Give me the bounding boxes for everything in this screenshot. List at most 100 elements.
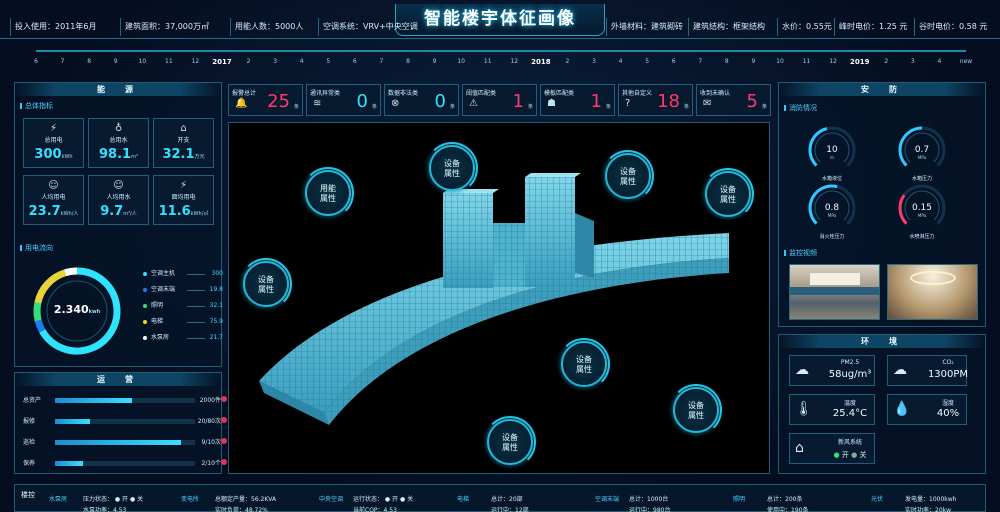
building-view[interactable]: 用能 属性 设备 属性 设备 属性 设备 属性 设备 属性 设备 属性 设备 属性 设备 属性	[228, 122, 770, 474]
alert-label: 阈值匹配类	[466, 90, 497, 97]
timeline-tick[interactable]: 5	[645, 58, 649, 65]
timeline-tick[interactable]: 7	[61, 58, 65, 65]
control-segment[interactable]: 中央空调 运行状态： ● 开 ● 关当前COP：4.53	[313, 485, 443, 512]
energy-cell-value: 9.7	[100, 204, 124, 219]
alert-card[interactable]: 模板匹配类 ☗ 1 条	[540, 84, 615, 116]
timeline-tick[interactable]: 8	[406, 58, 410, 65]
energy-cell[interactable]: ♁ 总用水 98.1m³	[88, 118, 149, 168]
video-feed-1[interactable]	[789, 264, 880, 320]
timeline-tick[interactable]: 2017	[212, 58, 231, 66]
video-feed-2[interactable]	[887, 264, 978, 320]
fresh-air-on[interactable]: 开	[842, 451, 849, 459]
legend-item: 空调末端 19.8	[143, 285, 223, 295]
timeline-tick[interactable]: 3	[273, 58, 277, 65]
donut-value: 2.340	[53, 303, 89, 316]
fresh-air-off[interactable]: 关	[859, 451, 866, 459]
alert-card[interactable]: 阈值匹配类 ⚠ 1 条	[462, 84, 537, 116]
timeline-tick[interactable]: 4	[619, 58, 623, 65]
alert-card[interactable]: 收到未确认 ✉ 5 条	[696, 84, 771, 116]
timeline-tick[interactable]: 10	[457, 58, 465, 65]
info-right-0: 外墙材料：建筑砌砖	[606, 18, 683, 36]
timeline-tick[interactable]: 8	[87, 58, 91, 65]
ops-row[interactable]: 保养 2/10个	[23, 458, 227, 470]
energy-cell[interactable]: ⚡ 总用电 300kWh	[23, 118, 84, 168]
control-segment[interactable]: 电梯 总计：20部 运行中：12部	[451, 485, 581, 512]
timeline-tick[interactable]: 6	[34, 58, 38, 65]
timeline[interactable]: 6 7 8 9 10 11 12 2017 2 3 4 5 6 7 8 9 10 11 12 2018 2 3 4 5 6 7 8 9…	[34, 46, 972, 66]
timeline-tick[interactable]: 9	[752, 58, 756, 65]
energy-cell[interactable]: ☺ 人均用水 9.7m³/人	[88, 175, 149, 225]
gauge-dial: 0.7MPa	[898, 126, 946, 167]
bottom-control-bar: 楼控 水泵房 压力状态： ● 开 ● 关水泵功率：4.53 变电所 总额定产量：56.…	[14, 484, 986, 512]
timeline-tick[interactable]: 10	[138, 58, 146, 65]
energy-cell[interactable]: ⌂ 开支 32.1万元	[153, 118, 214, 168]
control-segment[interactable]: 空调末端 总计：1000台 运行中：980台	[589, 485, 719, 512]
ops-row[interactable]: 总资产 2000件	[23, 395, 227, 407]
ops-heading: 运 营	[15, 373, 221, 386]
env-cell[interactable]: ☁ CO₂ 1300PM	[887, 355, 968, 386]
timeline-tick[interactable]: 2	[884, 58, 888, 65]
donut-slice	[34, 319, 46, 333]
energy-icon: ☺	[48, 180, 59, 191]
timeline-tick[interactable]: 5	[326, 58, 330, 65]
attribute-bubble[interactable]: 设备 属性	[484, 416, 536, 468]
alert-card[interactable]: 其他自定义? 18 条	[618, 84, 693, 116]
timeline-tick[interactable]: 12	[510, 58, 518, 65]
timeline-tick[interactable]: 4	[300, 58, 304, 65]
alert-icon: ☗	[547, 98, 556, 109]
ops-panel: 运 营 总资产 2000件 报修 20/80次 巡检 9/10次 保养 2/10个	[14, 372, 227, 474]
ops-progress	[55, 440, 195, 445]
control-segment[interactable]: 水泵房 压力状态： ● 开 ● 关水泵功率：4.53	[43, 485, 173, 512]
control-segment[interactable]: 变电所 总额定产量：56.2KVA 实时负荷：48.72%	[175, 485, 305, 512]
timeline-tick[interactable]: 3	[911, 58, 915, 65]
env-cell[interactable]: 💧 湿度 40%	[887, 394, 967, 425]
energy-cell-label: 总用水	[109, 137, 128, 144]
timeline-tick[interactable]: 11	[165, 58, 173, 65]
fresh-air-cell[interactable]: ⌂ 新风系统 ● 开 ● 关	[789, 433, 875, 464]
attribute-bubble[interactable]: 设备 属性	[426, 142, 478, 194]
timeline-tick[interactable]: 4	[938, 58, 942, 65]
attribute-bubble[interactable]: 设备 属性	[702, 168, 754, 220]
timeline-tick[interactable]: 12	[829, 58, 837, 65]
timeline-tick[interactable]: 11	[803, 58, 811, 65]
control-segment[interactable]: 照明 总计：200条 使用中：190条	[727, 485, 857, 512]
timeline-tick[interactable]: 9	[433, 58, 437, 65]
env-cell[interactable]: ☁ PM2.5 58ug/m³	[789, 355, 875, 386]
attribute-bubble[interactable]: 设备 属性	[240, 258, 292, 310]
timeline-tick[interactable]: 2	[247, 58, 251, 65]
energy-cell-label: 面均用电	[171, 194, 196, 201]
attribute-bubble[interactable]: 设备 属性	[558, 338, 610, 390]
timeline-tick[interactable]: 11	[484, 58, 492, 65]
attribute-bubble[interactable]: 设备 属性	[602, 150, 654, 202]
gauge-value: 10	[826, 145, 838, 155]
env-cell[interactable]: 🌡 温度 25.4°C	[789, 394, 875, 425]
ops-row[interactable]: 巡检 9/10次	[23, 437, 227, 449]
timeline-tick[interactable]: 10	[776, 58, 784, 65]
timeline-tick[interactable]: 3	[592, 58, 596, 65]
timeline-tick[interactable]: new	[960, 58, 972, 65]
attribute-bubble[interactable]: 设备 属性	[670, 384, 722, 436]
timeline-tick[interactable]: 8	[725, 58, 729, 65]
control-segment-line1: 总计：20部	[491, 496, 523, 503]
alert-card[interactable]: 报警总计 🔔 25 条	[228, 84, 303, 116]
alert-card[interactable]: 通讯异常类 ≋ 0 条	[306, 84, 381, 116]
timeline-tick[interactable]: 7	[380, 58, 384, 65]
timeline-tick[interactable]: 6	[672, 58, 676, 65]
timeline-tick[interactable]: 6	[353, 58, 357, 65]
info-right-4: 谷时电价：0.58 元	[914, 18, 987, 36]
timeline-tick[interactable]: 2019	[850, 58, 869, 66]
energy-cell-label: 总用电	[44, 137, 63, 144]
timeline-tick[interactable]: 12	[192, 58, 200, 65]
alert-card[interactable]: 数据非法类 ⊗ 0 条	[384, 84, 459, 116]
ops-row[interactable]: 报修 20/80次	[23, 416, 227, 428]
control-segment[interactable]: 光伏 发电量：1000kwh 实时功率：20kw	[865, 485, 995, 512]
ops-status-icon	[221, 438, 227, 444]
energy-cell[interactable]: ☺ 人均用电 23.7kWh/人	[23, 175, 84, 225]
timeline-tick[interactable]: 9	[114, 58, 118, 65]
timeline-tick[interactable]: 7	[698, 58, 702, 65]
energy-cell[interactable]: ⚡ 面均用电 11.6kWh/㎡	[153, 175, 214, 225]
timeline-tick[interactable]: 2018	[531, 58, 550, 66]
home-icon: ⌂	[795, 440, 804, 456]
timeline-tick[interactable]: 2	[566, 58, 570, 65]
attribute-bubble[interactable]: 用能 属性	[302, 167, 354, 219]
